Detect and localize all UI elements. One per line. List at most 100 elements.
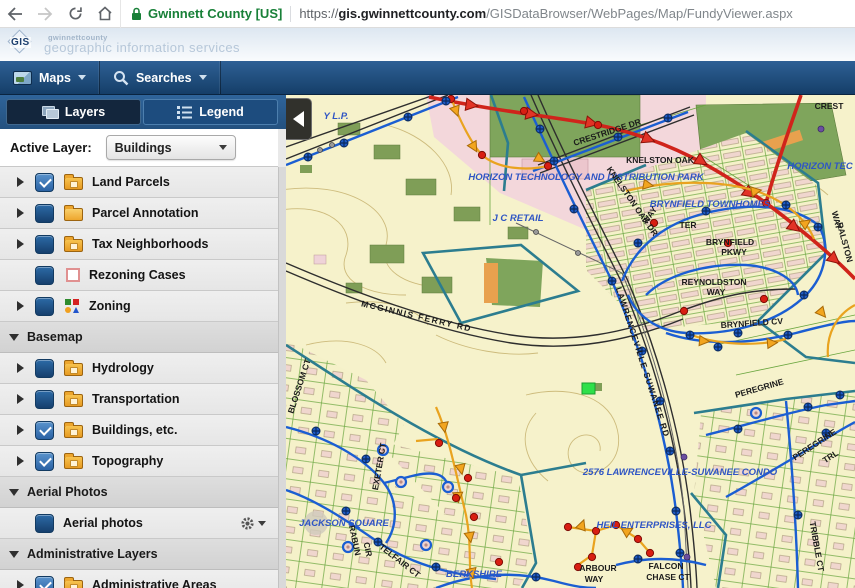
section-header-aerial-photos[interactable]: Aerial Photos <box>0 477 278 508</box>
tab-legend[interactable]: Legend <box>143 99 278 125</box>
layer-item-parcel-annotation[interactable]: Parcel Annotation <box>0 198 278 229</box>
forward-button[interactable] <box>30 2 60 26</box>
layer-label: Buildings, etc. <box>92 423 177 437</box>
back-button[interactable] <box>0 2 30 26</box>
map-label: WAY <box>585 574 604 584</box>
folder-icon <box>64 177 83 190</box>
searches-menu-button[interactable]: Searches <box>100 61 221 94</box>
gis-data-browser-window: Gwinnett County [US] https://gis.gwinnet… <box>0 0 855 588</box>
layers-icon <box>42 106 58 118</box>
layer-label: Zoning <box>89 299 131 313</box>
folder-icon <box>64 394 83 407</box>
layer-label: Parcel Annotation <box>92 206 199 220</box>
expand-icon[interactable] <box>17 580 24 588</box>
map-label: BERKSHIRE <box>446 569 503 580</box>
expand-icon[interactable] <box>17 456 24 466</box>
layer-label: Transportation <box>92 392 180 406</box>
chevron-down-icon <box>78 75 86 80</box>
tab-layers[interactable]: Layers <box>6 99 141 125</box>
site-identity: Gwinnett County [US] <box>148 6 282 21</box>
legend-icon <box>177 106 192 119</box>
map-label: 2576 LAWRENCEVILLE-SUWANEE CONDO <box>582 467 778 478</box>
folder-icon <box>64 239 83 252</box>
layers-panel: Layers Legend Active Layer: Buildings La… <box>0 95 286 588</box>
section-label: Aerial Photos <box>27 485 108 499</box>
expand-icon[interactable] <box>17 239 24 249</box>
collapse-icon <box>9 551 19 558</box>
map-label: CHASE CT <box>646 572 690 582</box>
expand-icon[interactable] <box>17 301 24 311</box>
layer-checkbox[interactable] <box>35 514 54 533</box>
layer-checkbox[interactable] <box>35 266 54 285</box>
map-viewport[interactable]: CRESTY L.P.HORIZON TECHNOLOGY AND DISTRI… <box>286 95 855 588</box>
layer-label: Rezoning Cases <box>89 268 186 282</box>
map-label: WAY <box>707 287 726 297</box>
folder-icon <box>64 456 83 469</box>
zoning-shapes-icon <box>64 298 80 314</box>
map-label: PKWY <box>721 247 747 257</box>
layer-checkbox[interactable] <box>35 421 54 440</box>
layer-checkbox[interactable] <box>35 204 54 223</box>
layer-checkbox[interactable] <box>35 297 54 316</box>
layer-item-tax-neighborhoods[interactable]: Tax Neighborhoods <box>0 229 278 260</box>
map-label: JACKSON SQUARE <box>299 518 389 529</box>
layer-item-transportation[interactable]: Transportation <box>0 384 278 415</box>
expand-icon[interactable] <box>17 425 24 435</box>
section-header-administrative-layers[interactable]: Administrative Layers <box>0 539 278 570</box>
map-label: KNELSTON OAK <box>626 155 695 165</box>
layer-label: Hydrology <box>92 361 154 375</box>
layer-item-land-parcels[interactable]: Land Parcels <box>0 167 278 198</box>
layer-checkbox[interactable] <box>35 235 54 254</box>
layer-checkbox[interactable] <box>35 390 54 409</box>
collapse-left-icon <box>293 111 304 127</box>
layer-item-rezoning-cases[interactable]: Rezoning Cases <box>0 260 278 291</box>
layer-label: Topography <box>92 454 163 468</box>
panel-tabs: Layers Legend <box>0 95 286 129</box>
layer-item-zoning[interactable]: Zoning <box>0 291 278 322</box>
layer-item-administrative-areas[interactable]: Administrative Areas <box>0 570 278 588</box>
collapse-icon <box>9 334 19 341</box>
layer-list: Land Parcels Parcel Annotation Tax Neighbo… <box>0 167 278 588</box>
main-toolbar: Maps Searches <box>0 61 855 95</box>
gis-logo: GIS <box>8 31 38 58</box>
map-label: TER <box>680 220 697 230</box>
address-bar[interactable]: Gwinnett County [US] https://gis.gwinnet… <box>120 0 855 28</box>
layer-item-aerial-photos[interactable]: Aerial photos <box>0 508 278 539</box>
map-icon <box>13 71 32 85</box>
layer-checkbox[interactable] <box>35 452 54 471</box>
chevron-down-icon <box>219 145 227 150</box>
layer-checkbox[interactable] <box>35 173 54 192</box>
section-header-basemap[interactable]: Basemap <box>0 322 278 353</box>
folder-icon <box>64 580 83 588</box>
expand-icon[interactable] <box>17 363 24 373</box>
layer-checkbox[interactable] <box>35 359 54 378</box>
map-label: ARBOUR <box>579 563 616 573</box>
map-label: HORIZON TEC <box>787 161 853 172</box>
maps-menu-button[interactable]: Maps <box>0 61 100 94</box>
active-layer-value: Buildings <box>115 141 219 155</box>
map-label: HEIL ENTERPRISES, LLC <box>597 520 712 531</box>
section-label: Administrative Layers <box>27 547 158 561</box>
folder-icon <box>64 425 83 438</box>
layer-item-buildings-etc[interactable]: Buildings, etc. <box>0 415 278 446</box>
sidebar-collapse-button[interactable] <box>286 98 312 140</box>
padlock-icon <box>131 7 142 21</box>
expand-icon[interactable] <box>17 177 24 187</box>
layer-label: Administrative Areas <box>92 578 217 588</box>
sidebar-scrollbar[interactable] <box>278 167 286 588</box>
map-label: BRYNFIELD <box>706 237 754 247</box>
active-layer-select[interactable]: Buildings <box>106 135 236 160</box>
layer-item-topography[interactable]: Topography <box>0 446 278 477</box>
collapse-icon <box>9 489 19 496</box>
expand-icon[interactable] <box>17 394 24 404</box>
layer-options-gear-button[interactable] <box>240 516 266 531</box>
highlighted-parcel <box>582 383 595 394</box>
expand-icon[interactable] <box>17 208 24 218</box>
layer-item-hydrology[interactable]: Hydrology <box>0 353 278 384</box>
browser-chrome: Gwinnett County [US] https://gis.gwinnet… <box>0 0 855 28</box>
reload-button[interactable] <box>60 2 90 26</box>
map-label: FALCON <box>649 561 684 571</box>
home-button[interactable] <box>90 2 120 26</box>
layer-checkbox[interactable] <box>35 576 54 588</box>
map-label: BRYNFIELD TOWNHOMES <box>650 199 771 210</box>
